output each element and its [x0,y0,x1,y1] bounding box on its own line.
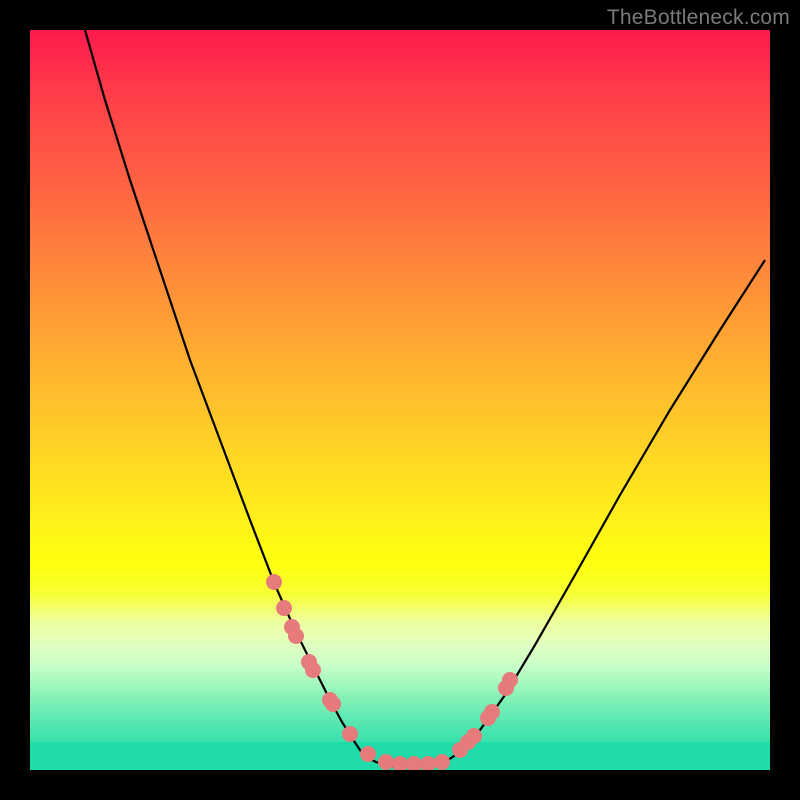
marker-dot [305,662,321,678]
marker-dot [325,696,341,712]
marker-dots-group [266,574,518,770]
marker-dot [378,754,394,770]
plot-area [30,30,770,770]
marker-dot [406,756,422,770]
marker-dot [276,600,292,616]
marker-dot [360,746,376,762]
marker-dot [434,754,450,770]
marker-dot [288,628,304,644]
marker-dot [266,574,282,590]
marker-dot [466,728,482,744]
watermark-text: TheBottleneck.com [607,6,790,30]
marker-dot [342,726,358,742]
bottleneck-curve [85,30,765,767]
marker-dot [420,756,436,770]
marker-dot [484,704,500,720]
marker-dot [392,756,408,770]
chart-frame: TheBottleneck.com [0,0,800,800]
chart-svg [30,30,770,770]
marker-dot [502,672,518,688]
